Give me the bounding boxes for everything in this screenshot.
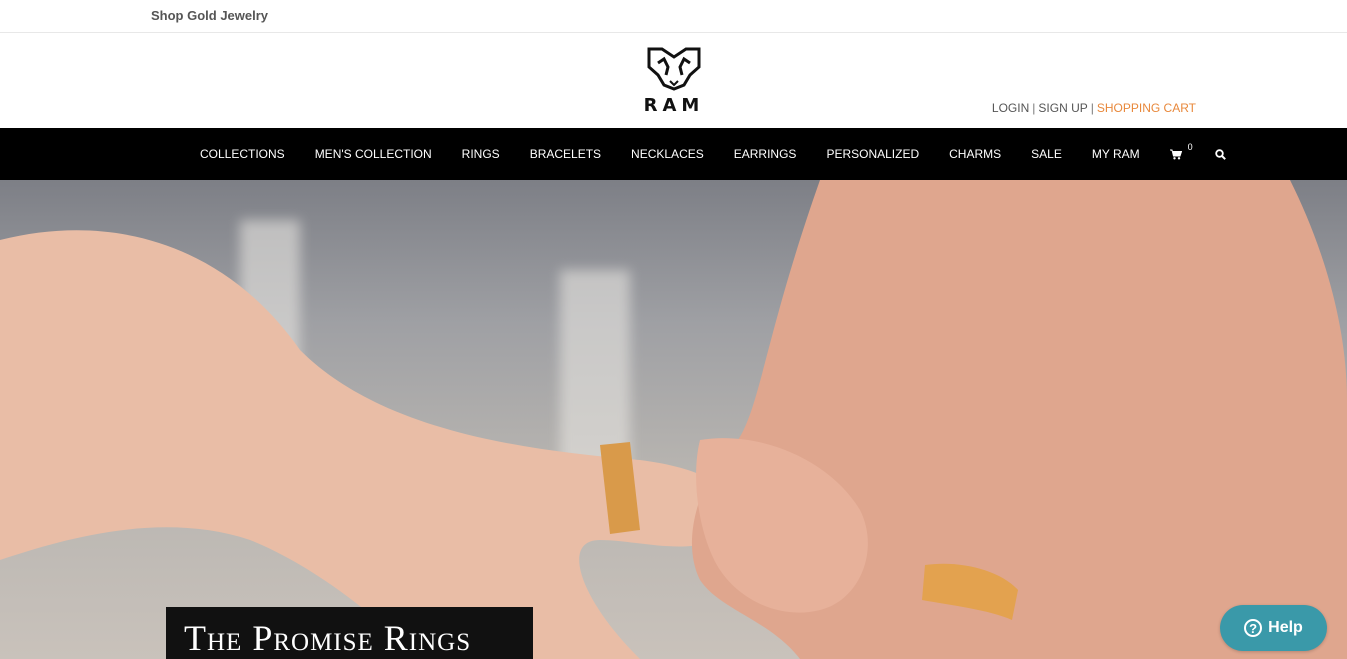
promo-title: The Promise Rings [184, 618, 472, 658]
help-button[interactable]: ? Help [1220, 605, 1327, 651]
nav-item-earrings[interactable]: EARRINGS [719, 128, 812, 180]
top-utility-bar: Shop Gold Jewelry [0, 0, 1347, 33]
shop-gold-jewelry-link[interactable]: Shop Gold Jewelry [151, 8, 268, 23]
hero-banner[interactable]: The Promise Rings [0, 180, 1347, 659]
account-links: LOGIN | SIGN UP | SHOPPING CART [992, 101, 1196, 115]
help-label: Help [1268, 619, 1303, 636]
separator: | [1090, 101, 1094, 115]
nav-cart-button[interactable]: 0 [1155, 128, 1197, 180]
ram-head-icon [647, 47, 701, 91]
nav-item-charms[interactable]: CHARMS [934, 128, 1016, 180]
signup-link[interactable]: SIGN UP [1038, 101, 1087, 115]
nav-item-personalized[interactable]: PERSONALIZED [811, 128, 934, 180]
nav-item-necklaces[interactable]: NECKLACES [616, 128, 719, 180]
shopping-cart-icon [1169, 149, 1182, 159]
brand-name: RAM [643, 95, 705, 116]
search-icon [1214, 148, 1226, 160]
question-circle-icon: ? [1244, 619, 1263, 637]
nav-item-my-ram[interactable]: MY RAM [1077, 128, 1155, 180]
nav-item-collections[interactable]: COLLECTIONS [185, 128, 300, 180]
nav-item-rings[interactable]: RINGS [447, 128, 515, 180]
nav-item-mens-collection[interactable]: MEN'S COLLECTION [300, 128, 447, 180]
site-header: RAM LOGIN | SIGN UP | SHOPPING CART [0, 33, 1347, 128]
nav-item-sale[interactable]: SALE [1016, 128, 1077, 180]
nav-search-button[interactable] [1197, 128, 1241, 180]
cart-count-badge: 0 [1187, 142, 1193, 152]
nav-item-bracelets[interactable]: BRACELETS [515, 128, 616, 180]
main-navigation: COLLECTIONS MEN'S COLLECTION RINGS BRACE… [0, 128, 1347, 180]
promo-title-box[interactable]: The Promise Rings [166, 607, 533, 659]
ram-logo[interactable]: RAM [640, 45, 710, 116]
login-link[interactable]: LOGIN [992, 101, 1029, 115]
shopping-cart-link[interactable]: SHOPPING CART [1097, 101, 1196, 115]
hero-hands-image [0, 180, 1347, 659]
